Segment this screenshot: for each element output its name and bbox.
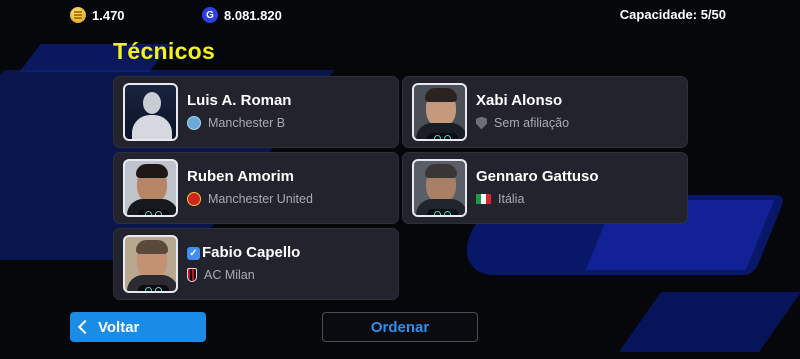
top-bar: 1.470 G 8.081.820 Capacidade: 5/50 — [0, 0, 800, 30]
coach-name: Ruben Amorim — [187, 168, 294, 185]
background-shape — [618, 292, 800, 352]
coach-name: Fabio Capello — [202, 244, 301, 261]
portrait-hair — [425, 88, 457, 102]
coach-card[interactable]: Ruben Amorim Manchester United — [113, 152, 399, 224]
gp-icon: G — [202, 7, 218, 23]
chevron-left-icon — [77, 319, 93, 335]
coin-icon — [70, 7, 86, 23]
ac-milan-crest-icon — [187, 268, 197, 282]
coach-portrait — [123, 235, 178, 293]
coach-card[interactable]: ✓ Fabio Capello AC Milan — [113, 228, 399, 300]
club-name: AC Milan — [204, 268, 255, 282]
silhouette-body — [132, 115, 172, 139]
club-name: Sem afiliação — [494, 116, 570, 130]
coach-portrait — [123, 159, 178, 217]
verified-check-icon: ✓ — [187, 247, 200, 260]
coach-badges — [427, 133, 458, 139]
coach-name: Xabi Alonso — [476, 92, 563, 109]
coins-value: 1.470 — [92, 7, 125, 23]
portrait-hair — [425, 164, 457, 178]
club-name: Itália — [498, 192, 525, 206]
coach-club: Sem afiliação — [476, 116, 569, 130]
gp-display: G 8.081.820 — [202, 7, 282, 23]
coach-club: Manchester United — [187, 192, 313, 206]
back-button[interactable]: Voltar — [70, 312, 206, 342]
manchester-city-crest-icon — [187, 116, 201, 130]
portrait-hair — [136, 240, 168, 254]
sort-button-label: Ordenar — [370, 318, 430, 336]
coach-card[interactable]: Gennaro Gattuso Itália — [402, 152, 688, 224]
sort-button[interactable]: Ordenar — [322, 312, 478, 342]
coach-portrait — [412, 159, 467, 217]
empty-shield-icon — [476, 116, 487, 130]
coach-card[interactable]: Luis A. Roman Manchester B — [113, 76, 399, 148]
club-name: Manchester B — [208, 116, 286, 130]
gp-value: 8.081.820 — [224, 7, 282, 23]
coach-name: Gennaro Gattuso — [476, 168, 599, 185]
manchester-united-crest-icon — [187, 192, 201, 206]
silhouette-head — [143, 92, 161, 114]
coach-name-row: ✓ Fabio Capello — [187, 244, 300, 261]
coins-display: 1.470 — [70, 7, 125, 23]
capacity-label: Capacidade: 5/50 — [619, 7, 726, 22]
coach-club: Itália — [476, 192, 524, 206]
coach-badges — [138, 209, 169, 215]
coach-badges — [138, 285, 169, 291]
coach-name: Luis A. Roman — [187, 92, 292, 109]
coach-card[interactable]: Xabi Alonso Sem afiliação — [402, 76, 688, 148]
back-button-label: Voltar — [98, 318, 140, 336]
coach-club: Manchester B — [187, 116, 285, 130]
page-title: Técnicos — [113, 38, 216, 64]
coach-portrait — [123, 83, 178, 141]
italy-flag-icon — [476, 194, 491, 204]
coach-club: AC Milan — [187, 268, 255, 282]
coach-badges — [427, 209, 458, 215]
club-name: Manchester United — [208, 192, 313, 206]
coach-portrait — [412, 83, 467, 141]
portrait-hair — [136, 164, 168, 178]
